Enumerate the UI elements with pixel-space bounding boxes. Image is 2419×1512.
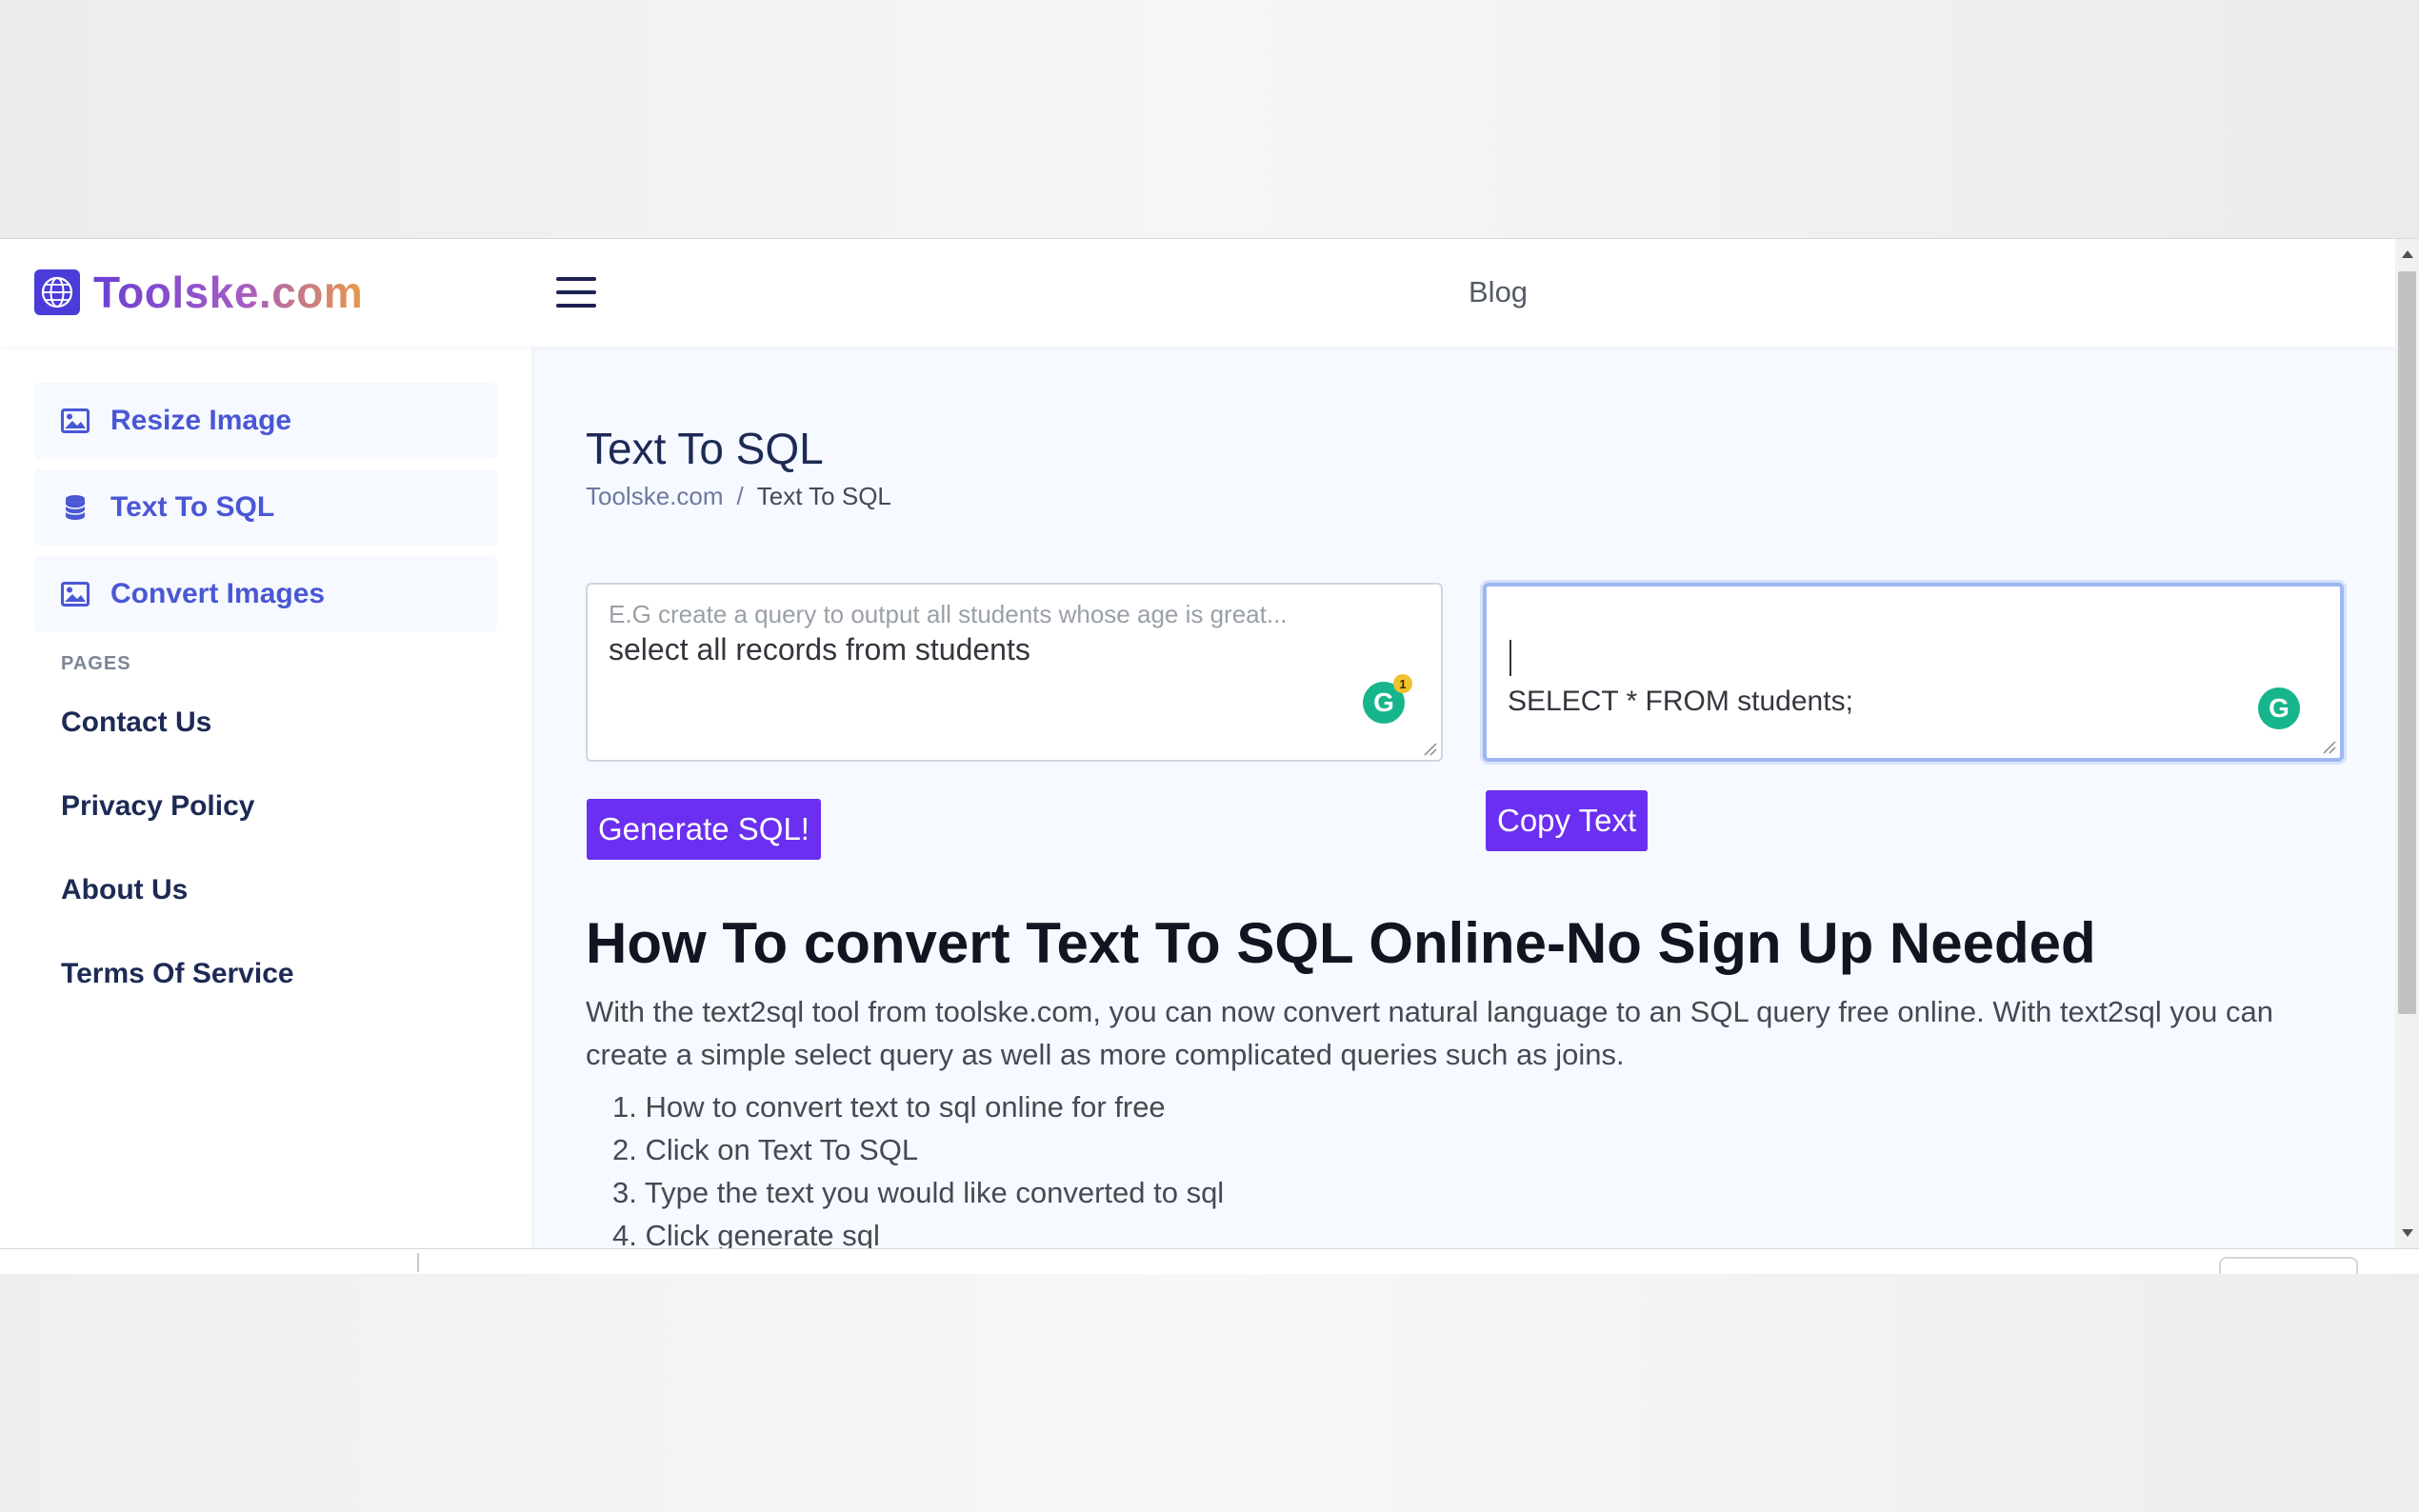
sidebar-item-convert-images[interactable]: Convert Images [34, 556, 497, 632]
resize-grip-icon[interactable] [2321, 739, 2336, 754]
list-item: 3. Type the text you would like converte… [612, 1176, 1225, 1209]
page-scrollbar[interactable] [2395, 239, 2419, 1248]
breadcrumb-home-link[interactable]: Toolske.com [586, 482, 724, 511]
text-input-value: select all records from students [609, 632, 1030, 666]
resize-grip-icon[interactable] [1422, 741, 1437, 756]
site-logo[interactable]: Toolske.com [34, 264, 363, 321]
taskbar-tab[interactable] [2219, 1257, 2358, 1274]
taskbar-strip [0, 1248, 2419, 1274]
sidebar-item-label: Text To SQL [110, 491, 275, 523]
sql-output-value: SELECT * FROM students; [1508, 686, 1853, 717]
list-item: 1. How to convert text to sql online for… [612, 1090, 1166, 1124]
copy-text-button[interactable]: Copy Text [1486, 790, 1649, 851]
text-input-area[interactable]: E.G create a query to output all student… [586, 583, 1443, 762]
list-item: 2. Click on Text To SQL [612, 1133, 919, 1166]
sidebar-pages-heading: PAGES [61, 653, 131, 674]
page-title: Text To SQL [586, 424, 824, 473]
hamburger-menu-icon[interactable] [556, 275, 598, 309]
grammarly-badge: 1 [1393, 674, 1412, 693]
desktop-backdrop-bottom [0, 1274, 2419, 1512]
image-icon [61, 408, 90, 433]
site-header: Toolske.com Blog [0, 239, 2395, 347]
main-content: Text To SQL Toolske.com / Text To SQL E.… [531, 347, 2395, 1274]
grammarly-icon[interactable]: G 1 [1363, 674, 1412, 724]
howto-paragraph: With the text2sql tool from toolske.com,… [586, 995, 2273, 1071]
sidebar-item-label: Resize Image [110, 405, 292, 436]
sidebar-item-label: Convert Images [110, 578, 326, 609]
text-caret [1509, 640, 1511, 676]
taskbar-divider [417, 1253, 419, 1272]
breadcrumb-separator: / [736, 482, 744, 510]
grammarly-icon[interactable]: G [2258, 687, 2300, 729]
image-icon [61, 582, 90, 607]
sidebar-link-contact-us[interactable]: Contact Us [61, 706, 211, 739]
browser-window: Toolske.com Blog Resize Image Text To SQ… [0, 238, 2419, 1274]
sidebar-item-resize-image[interactable]: Resize Image [34, 383, 497, 459]
howto-heading: How To convert Text To SQL Online-No Sig… [586, 911, 2096, 975]
scroll-thumb[interactable] [2398, 271, 2416, 1014]
sql-output-area[interactable]: SELECT * FROM students; G [1483, 583, 2344, 762]
sidebar-link-about-us[interactable]: About Us [61, 874, 188, 906]
text-input-placeholder: E.G create a query to output all student… [609, 600, 1288, 628]
sidebar-item-text-to-sql[interactable]: Text To SQL [34, 469, 497, 546]
sidebar-link-terms-of-service[interactable]: Terms Of Service [61, 958, 294, 990]
sidebar-link-privacy-policy[interactable]: Privacy Policy [61, 790, 254, 823]
globe-icon [34, 269, 80, 315]
sidebar: Resize Image Text To SQL Convert Images … [0, 347, 531, 1274]
logo-text: Toolske.com [93, 268, 364, 317]
database-icon [65, 495, 86, 520]
howto-steps-list: 1. How to convert text to sql online for… [586, 1085, 1224, 1257]
breadcrumb-current: Text To SQL [756, 482, 891, 510]
nav-link-blog[interactable]: Blog [1469, 275, 1528, 309]
desktop-backdrop-top [0, 0, 2419, 238]
generate-sql-button[interactable]: Generate SQL! [587, 799, 821, 860]
breadcrumb: Toolske.com / Text To SQL [586, 482, 891, 511]
scroll-up-arrow-icon[interactable] [2402, 250, 2413, 258]
scroll-down-arrow-icon[interactable] [2402, 1229, 2413, 1237]
